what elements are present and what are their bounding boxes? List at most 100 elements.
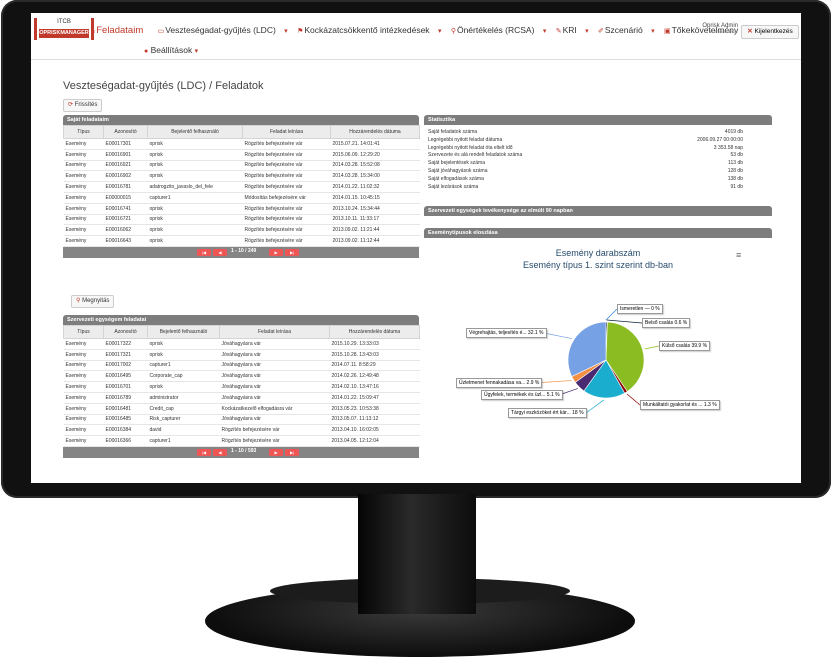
table-row[interactable]: Esemény E00016781 adatrogzito_javaslo_del_…	[63, 181, 420, 193]
logout-label: Kijelentkezés	[754, 28, 793, 35]
app-logo[interactable]: ITCB OPRISKMANAGER	[34, 18, 94, 40]
open-button[interactable]: ⚲ Megnyitás	[71, 295, 115, 308]
table-row[interactable]: Esemény E00016384 david Rögzítés befejezésé…	[63, 424, 420, 437]
column-header[interactable]: Típus	[63, 125, 104, 139]
column-header[interactable]: Hozzárendelés dátuma	[329, 325, 420, 339]
pie-data-label: Végrehajtás, teljesítés é... 32.1 %	[466, 328, 547, 338]
stat-label: Saját elfogadások száma	[428, 175, 484, 182]
column-header[interactable]: Bejelentő felhasználó	[147, 125, 243, 139]
table-cell: Rögzítés befejezésére vár	[242, 235, 331, 247]
table-row[interactable]: Esemény E00017321 oprisk Jóváhagyásra vár 20…	[63, 349, 420, 361]
my-tasks-panel: Saját feladataim Típus Azonosító Bejelentő…	[63, 115, 420, 258]
last-page-button[interactable]: ▶|	[285, 248, 299, 256]
nav-item-beallitasok[interactable]: ● Beállítások ▾	[144, 45, 198, 55]
last-page-button[interactable]: ▶|	[285, 448, 299, 456]
nav-item-ldc[interactable]: ▭Veszteségadat-gyűjtés (LDC) ▾	[158, 25, 289, 35]
stat-row: Saját jóváhagyások száma 128 db	[424, 168, 772, 176]
nav-item-szcenario[interactable]: ✐Szcenárió ▾	[598, 25, 656, 35]
nav-item-intezkedesek[interactable]: ⚑Kockázatcsökkentő intézkedések ▾	[297, 25, 442, 35]
table-cell: E00017002	[103, 360, 148, 372]
table-row[interactable]: Esemény E00016062 oprisk Rögzítés befejezés…	[63, 224, 420, 237]
nav-item-label: Önértékelés (RCSA)	[456, 25, 535, 35]
prev-page-button[interactable]: ◀	[213, 448, 227, 456]
table-cell: david	[147, 424, 220, 437]
table-cell: Esemény	[63, 235, 104, 247]
column-header[interactable]: Feladat leírása	[219, 325, 330, 339]
event-types-title: Eseménytípusok eloszlása	[424, 228, 772, 238]
nav-item-feladataim[interactable]: ⌂Feladataim	[91, 25, 149, 36]
table-row[interactable]: Esemény E00017301 oprisk Rögzítés befejezés…	[63, 138, 420, 150]
stat-value: 3 353.58 nap	[713, 144, 743, 151]
pie-connector	[585, 399, 605, 414]
table-cell: 2015.06.09. 12:29:20	[330, 149, 420, 161]
column-header[interactable]: Bejelentő felhasználó	[147, 325, 220, 339]
table-row[interactable]: Esemény E00016643 oprisk Rögzítés befejezés…	[63, 235, 420, 247]
prev-page-button[interactable]: ◀	[213, 248, 227, 256]
column-header[interactable]: Azonosító	[103, 125, 148, 139]
table-row[interactable]: Esemény E00016789 administrator Jóváhagyásr…	[63, 392, 420, 404]
close-icon: ✕	[747, 28, 753, 35]
caret-down-icon: ▾	[542, 28, 547, 35]
refresh-button[interactable]: ⟳ Frissítés	[63, 99, 103, 112]
first-page-button[interactable]: |◀	[197, 248, 211, 256]
table-row[interactable]: Esemény E00017002 capturer1 Jóváhagyásra vá…	[63, 360, 420, 372]
nav-item-rcsa[interactable]: ⚲Önértékelés (RCSA) ▾	[451, 25, 548, 35]
stat-row: Legrégebbi nyitott feladat óta eltelt id…	[424, 145, 772, 153]
stat-label: Saját feladatok száma	[428, 129, 478, 135]
activity-title: Szervezeti egységek tevékenysége az elmú…	[424, 206, 772, 216]
table-row[interactable]: Esemény E00016921 oprisk Rögzítés befejezés…	[63, 160, 420, 172]
nav-item-label: Szcenárió	[604, 25, 643, 35]
table-cell: oprisk	[147, 338, 220, 350]
table-row[interactable]: Esemény E00016481 Credit_cap Kockázatkezelő…	[63, 403, 420, 415]
table-cell: Esemény	[63, 424, 104, 437]
table-cell: Esemény	[63, 224, 104, 237]
table-row[interactable]: Esemény E00016485 Risk_capturer Jóváhagyásr…	[63, 414, 420, 426]
nav-item-label: Veszteségadat-gyűjtés (LDC)	[165, 25, 276, 35]
nav-item-kri[interactable]: ✎KRI ▾	[556, 25, 590, 35]
table-cell: Jóváhagyásra vár	[219, 370, 330, 383]
column-header[interactable]: Típus	[63, 325, 104, 339]
table-row[interactable]: Esemény E00000015 capturer1 Módosítás befej…	[63, 192, 420, 204]
first-page-button[interactable]: |◀	[197, 448, 211, 456]
table-row[interactable]: Esemény E00016495 Corporate_cap Jóváhagyásr…	[63, 370, 420, 383]
stat-label: Legrégebbi nyitott feladat óta eltelt id…	[428, 144, 513, 151]
pie-chart	[533, 308, 660, 414]
table-cell: oprisk	[147, 170, 243, 183]
table-cell: 2014.01.15. 10:45:15	[330, 192, 420, 204]
next-page-button[interactable]: ▶	[269, 248, 283, 256]
table-cell: oprisk	[147, 214, 243, 226]
stat-row: Saját feladatok száma 4019 db	[424, 129, 772, 137]
pager-info: 1 - 10 / 593	[231, 447, 257, 454]
event-types-panel: Eseménytípusok eloszlása Esemény darabsz…	[424, 228, 772, 458]
table-cell: Esemény	[63, 149, 104, 161]
stat-value: 138 db	[727, 175, 743, 182]
table-cell: adatrogzito_javaslo_del_fele	[147, 181, 243, 193]
table-row[interactable]: Esemény E00016901 oprisk Rögzítés befejezés…	[63, 149, 420, 161]
table-cell: Esemény	[63, 403, 104, 415]
refresh-label: Frissítés	[74, 102, 98, 108]
table-cell: 2014.01.22. 15:09:47	[329, 392, 420, 404]
table-row[interactable]: Esemény E00016701 oprisk Jóváhagyásra vár 20…	[63, 381, 420, 393]
pie-connector	[543, 332, 573, 340]
table-row[interactable]: Esemény E00016721 oprisk Rögzítés befejezés…	[63, 214, 420, 226]
pie-data-label: Külső csalás 39.9 %	[659, 341, 711, 351]
table-cell: oprisk	[147, 224, 243, 237]
logout-button[interactable]: ✕ Kijelentkezés	[741, 25, 799, 39]
column-header[interactable]: Azonosító	[103, 325, 148, 339]
stat-row: Legrégebbi nyitott feladat dátuma 2006.09…	[424, 137, 772, 145]
pie-data-label: Belső csalás 0.6 %	[642, 318, 691, 328]
table-row[interactable]: Esemény E00016902 oprisk Rögzítés befejezés…	[63, 170, 420, 183]
table-row[interactable]: Esemény E00016741 oprisk Rögzítés befejezés…	[63, 203, 420, 215]
table-row[interactable]: Esemény E00017322 oprisk Jóváhagyásra vár 20…	[63, 338, 420, 350]
pie-data-label: Ügyfelek, termékek és üzl... 5.1 %	[481, 390, 563, 400]
table-cell: E00017301	[103, 138, 148, 150]
column-header[interactable]: Hozzárendelés dátuma	[330, 125, 420, 139]
table-row[interactable]: Esemény E00016366 capturer1 Rögzítés befeje…	[63, 435, 420, 447]
column-header[interactable]: Feladat leírása	[242, 125, 331, 139]
next-page-button[interactable]: ▶	[269, 448, 283, 456]
table-cell: Risk_capturer	[147, 414, 220, 426]
table-cell: E00016781	[103, 181, 148, 193]
pie-connector	[605, 308, 618, 321]
table-cell: Esemény	[63, 370, 104, 383]
table-cell: oprisk	[147, 149, 243, 161]
